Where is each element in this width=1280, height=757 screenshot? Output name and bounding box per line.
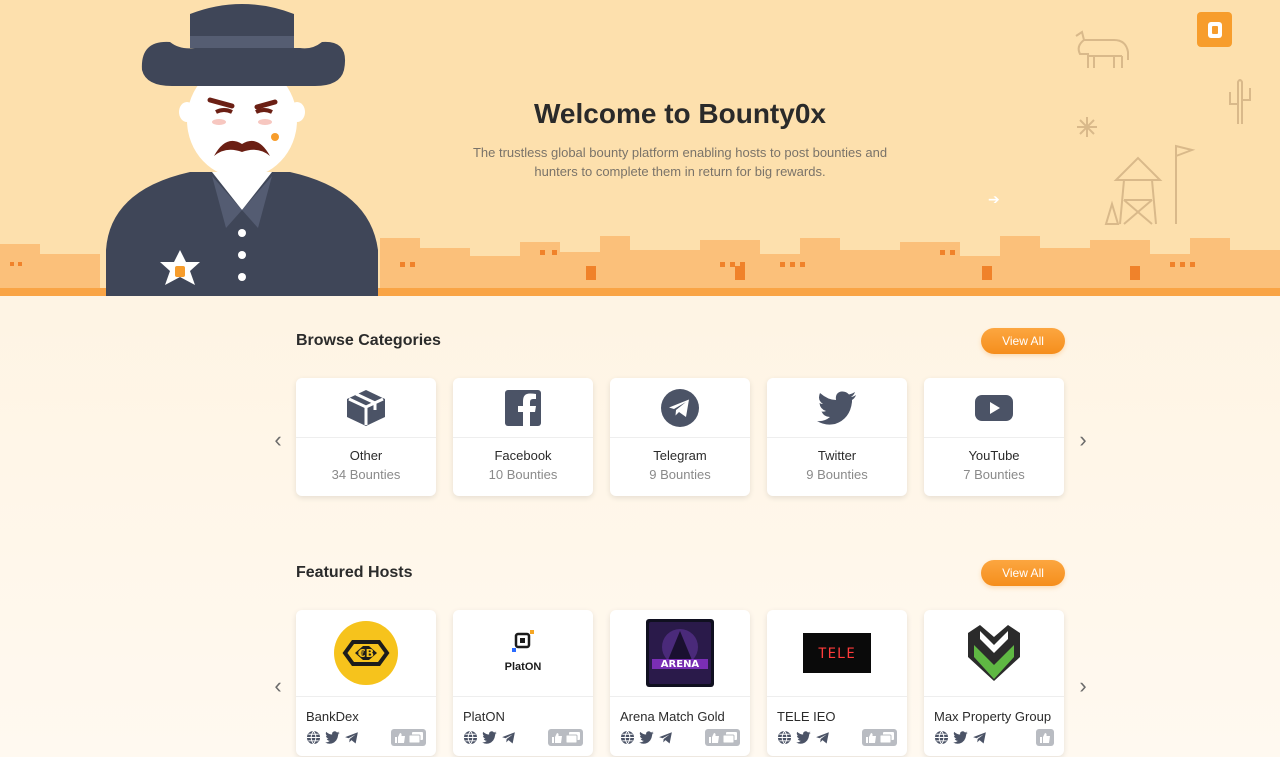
hero-banner: Welcome to Bounty0x The trustless global… [0,0,1280,296]
host-name: Arena Match Gold [620,709,725,724]
category-card-other[interactable]: Other 34 Bounties [296,378,436,496]
category-count: 34 Bounties [331,467,401,482]
host-card-platon[interactable]: PlatON PlatON [453,610,593,756]
host-name: Max Property Group [934,709,1052,724]
twitter-icon[interactable] [953,730,968,745]
globe-icon[interactable] [777,730,792,745]
category-count: 9 Bounties [649,467,711,482]
hero-title: Welcome to Bounty0x [534,98,826,129]
cow-doodle-icon [1075,30,1129,68]
thumbs-up-icon [552,733,562,743]
svg-text:ARENA: ARENA [661,659,700,670]
categories-view-all-button[interactable]: View All [981,328,1065,354]
categories-title: Browse Categories [296,332,441,349]
category-count: 10 Bounties [488,467,558,482]
host-name: BankDex [306,709,359,724]
twitter-icon[interactable] [482,730,497,745]
sun-doodle-icon [1077,117,1097,137]
telegram-icon[interactable] [658,730,673,745]
globe-icon[interactable] [620,730,635,745]
twitter-icon[interactable] [796,730,811,745]
thumbs-up-icon [866,733,876,743]
twitter-icon[interactable] [325,730,340,745]
category-name: Facebook [494,448,552,463]
category-name: YouTube [968,448,1020,463]
categories-prev-arrow[interactable]: ‹ [268,427,288,452]
host-name: TELE IEO [777,709,836,724]
host-card-bankdex[interactable]: €B BankDex [296,610,436,756]
thumbs-up-icon [709,733,719,743]
globe-icon[interactable] [934,730,949,745]
bounty0x-logo-icon [1207,21,1222,38]
host-social-links [777,730,830,745]
arena-match-logo: ARENA [646,619,714,687]
category-card-telegram[interactable]: Telegram 9 Bounties [610,378,750,496]
category-card-youtube[interactable]: YouTube 7 Bounties [924,378,1064,496]
sheriff-illustration [106,4,378,296]
host-social-links [306,730,359,745]
telegram-icon[interactable] [815,730,830,745]
hosts-title: Featured Hosts [296,564,413,581]
twitter-icon [817,390,856,425]
categories-carousel: Other 34 Bounties Facebook 10 Bounties T… [296,378,1064,496]
host-card-max-property-group[interactable]: Max Property Group [924,610,1064,756]
host-badge [391,729,426,746]
host-name: PlatON [463,709,505,724]
category-card-twitter[interactable]: Twitter 9 Bounties [767,378,907,496]
platon-logo: PlatON [505,630,542,673]
hosts-view-all-button[interactable]: View All [981,560,1065,586]
twitter-icon[interactable] [639,730,654,745]
facebook-icon [505,389,541,426]
host-badge [705,729,740,746]
tele-logo: TELE [803,633,871,673]
telegram-icon[interactable] [501,730,516,745]
cards-icon [880,732,894,743]
hosts-prev-arrow[interactable]: ‹ [268,673,288,698]
globe-icon[interactable] [306,730,321,745]
watchtower-doodle-icon [1104,144,1196,225]
host-social-links [620,730,673,745]
host-social-links [934,730,987,745]
hosts-carousel: €B BankDex PlatON PlatON ARENA Arena Mat… [296,610,1064,756]
cactus-doodle-icon [1229,79,1251,124]
hero-subtitle-line-1: The trustless global bounty platform ena… [472,145,888,160]
bounty0x-logo-button[interactable] [1197,12,1232,47]
bankdex-logo: €B [334,621,398,685]
cube-icon [347,389,385,426]
telegram-icon [661,388,699,427]
categories-next-arrow[interactable]: › [1073,427,1093,452]
host-badge [548,729,583,746]
svg-text:€B: €B [357,647,374,660]
arrow-right-icon: ➔ [988,191,1000,207]
youtube-icon [975,394,1013,421]
host-badge [862,729,897,746]
cards-icon [723,732,737,743]
host-social-links [463,730,516,745]
svg-text:PlatON: PlatON [505,661,542,673]
telegram-icon[interactable] [344,730,359,745]
category-count: 7 Bounties [963,467,1025,482]
host-card-tele-ieo[interactable]: TELE TELE IEO [767,610,907,756]
thumbs-up-icon [395,733,405,743]
telegram-icon[interactable] [972,730,987,745]
svg-text:TELE: TELE [818,646,856,662]
hero-subtitle: The trustless global bounty platform ena… [450,143,910,181]
host-badge [1036,729,1054,746]
host-card-arena-match-gold[interactable]: ARENA Arena Match Gold [610,610,750,756]
category-count: 9 Bounties [806,467,868,482]
category-card-facebook[interactable]: Facebook 10 Bounties [453,378,593,496]
category-name: Other [349,448,383,463]
cards-icon [409,732,423,743]
hosts-next-arrow[interactable]: › [1073,673,1093,698]
hero-subtitle-line-2: hunters to complete them in return for b… [534,164,826,179]
category-name: Telegram [653,448,707,463]
globe-icon[interactable] [463,730,478,745]
cards-icon [566,732,580,743]
max-property-logo [968,625,1020,681]
category-name: Twitter [817,448,857,463]
thumbs-up-icon [1040,733,1050,743]
